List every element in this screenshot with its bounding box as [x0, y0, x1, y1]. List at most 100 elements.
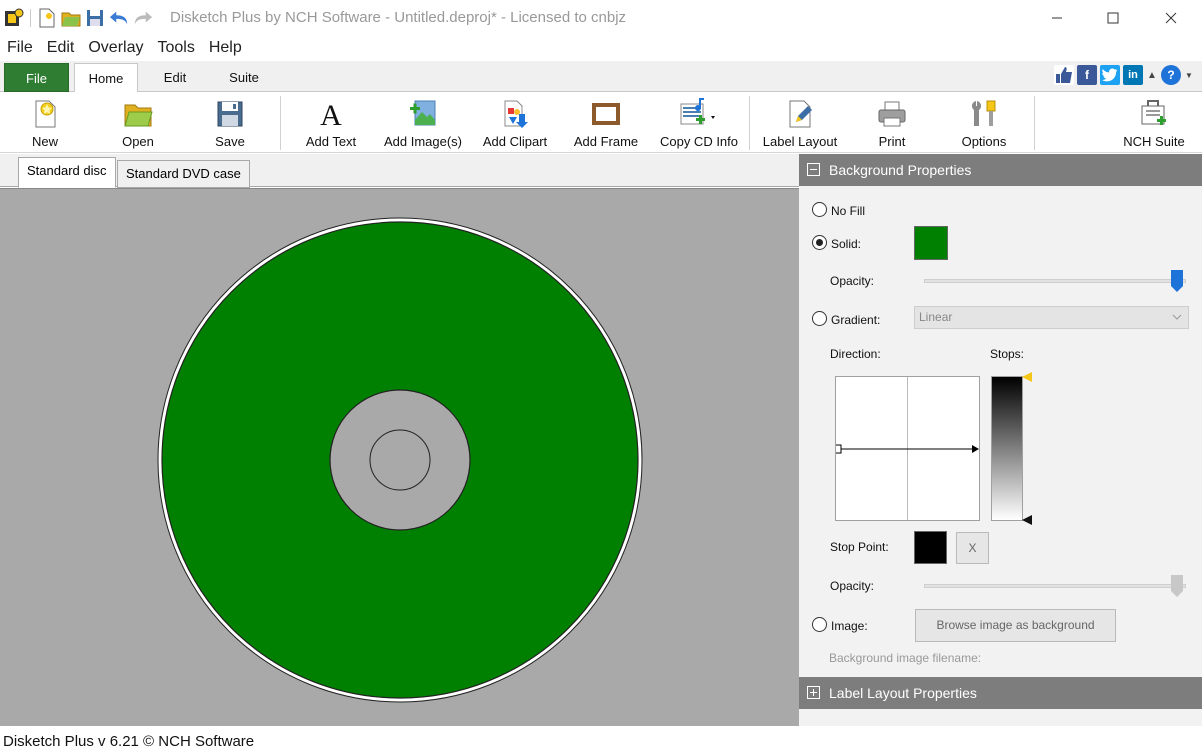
gradient-radio[interactable]	[812, 311, 827, 326]
open-folder-icon[interactable]	[61, 8, 81, 28]
add-images-button[interactable]: Add Image(s)	[378, 92, 468, 153]
title-bar: Disketch Plus by NCH Software - Untitled…	[0, 0, 1202, 36]
tab-standard-dvd-case[interactable]: Standard DVD case	[117, 160, 250, 188]
opacity-label: Opacity:	[830, 274, 875, 288]
stop-color-swatch[interactable]	[914, 531, 947, 564]
stop-opacity-slider-thumb[interactable]	[1171, 575, 1183, 597]
copy-cd-info-button[interactable]: Copy CD Info	[653, 92, 745, 153]
tab-standard-disc[interactable]: Standard disc	[18, 157, 116, 188]
add-frame-button[interactable]: Add Frame	[561, 92, 651, 153]
menu-edit[interactable]: Edit	[40, 36, 82, 60]
image-radio[interactable]	[812, 617, 827, 632]
tools-icon	[971, 100, 996, 126]
menu-help[interactable]: Help	[202, 36, 249, 60]
save-button[interactable]: Save	[185, 92, 275, 153]
label-layout-icon	[789, 100, 812, 128]
label-layout-button[interactable]: Label Layout	[754, 92, 846, 153]
disc-hub	[329, 389, 471, 531]
no-fill-label: No Fill	[831, 204, 866, 218]
direction-label: Direction:	[830, 347, 881, 361]
minimize-icon	[1052, 17, 1062, 19]
direction-start-handle[interactable]	[836, 444, 842, 454]
menu-bar: File Edit Overlay Tools Help	[0, 36, 249, 60]
toolbar-separator	[1034, 96, 1035, 150]
expand-icon	[807, 686, 820, 699]
open-button[interactable]: Open	[93, 92, 183, 153]
frame-icon	[592, 103, 620, 125]
menu-tools[interactable]: Tools	[150, 36, 201, 60]
home-toolbar: New Open Save A Add Text Add Image(s) Ad…	[0, 92, 1202, 153]
save-disk-icon[interactable]	[85, 8, 105, 28]
print-button[interactable]: Print	[847, 92, 937, 153]
help-icon[interactable]: ?	[1161, 65, 1181, 85]
facebook-icon[interactable]: f	[1077, 65, 1097, 85]
background-properties-header[interactable]: Background Properties	[799, 154, 1202, 186]
redo-icon[interactable]	[133, 8, 153, 28]
label-layout-properties-header[interactable]: Label Layout Properties	[799, 677, 1202, 709]
options-button[interactable]: Options	[939, 92, 1029, 153]
status-bar: Disketch Plus v 6.21 © NCH Software	[0, 726, 1202, 755]
gradient-stops-bar[interactable]	[991, 376, 1023, 521]
maximize-icon	[1107, 12, 1119, 24]
cd-info-icon	[680, 98, 715, 125]
direction-arrow-icon[interactable]	[972, 445, 979, 453]
tab-file[interactable]: File	[4, 63, 69, 92]
save-disk-icon	[217, 101, 243, 127]
nch-suite-button[interactable]: NCH Suite	[1109, 92, 1199, 153]
new-file-icon[interactable]	[37, 8, 57, 28]
toolbar-separator	[749, 96, 750, 150]
tab-suite[interactable]: Suite	[210, 63, 278, 92]
disc-preview[interactable]	[0, 189, 799, 727]
window-title: Disketch Plus by NCH Software - Untitled…	[170, 9, 627, 26]
twitter-icon[interactable]	[1100, 65, 1120, 85]
image-label: Image:	[831, 619, 868, 633]
background-filename-label: Background image filename:	[829, 651, 982, 665]
tab-home[interactable]: Home	[74, 63, 138, 93]
svg-text:A: A	[320, 99, 342, 130]
linkedin-icon[interactable]: in	[1123, 65, 1143, 85]
chevron-down-icon	[1172, 314, 1182, 320]
gradient-direction-box[interactable]	[835, 376, 980, 521]
new-document-icon	[35, 100, 56, 128]
minimize-button[interactable]	[1034, 0, 1080, 36]
no-fill-radio[interactable]	[812, 202, 827, 217]
status-text: Disketch Plus v 6.21 © NCH Software	[3, 733, 255, 750]
stops-label: Stops:	[990, 347, 1025, 361]
document-tabs: Standard disc Standard DVD case	[0, 154, 799, 188]
remove-stop-button[interactable]: X	[956, 532, 989, 564]
solid-color-swatch[interactable]	[914, 226, 948, 260]
opacity-slider[interactable]	[924, 279, 1186, 283]
text-a-icon: A	[320, 99, 342, 130]
printer-icon	[878, 101, 906, 127]
help-dropdown-icon[interactable]: ▼	[1184, 65, 1194, 85]
stop-marker-bottom-icon[interactable]	[1022, 515, 1032, 525]
design-canvas[interactable]	[0, 188, 799, 726]
stop-opacity-slider[interactable]	[924, 584, 1186, 588]
solid-label: Solid:	[831, 237, 862, 251]
close-button[interactable]	[1148, 0, 1194, 36]
new-button[interactable]: New	[0, 92, 90, 153]
menu-file[interactable]: File	[0, 36, 40, 60]
undo-icon[interactable]	[109, 8, 129, 28]
solid-radio[interactable]	[812, 235, 827, 250]
nch-suite-icon	[1141, 100, 1166, 125]
social-links: f in ▲ ? ▼	[1051, 65, 1194, 85]
browse-image-button[interactable]: Browse image as background	[915, 609, 1116, 642]
stop-marker-top-icon[interactable]	[1022, 372, 1032, 382]
gradient-type-select[interactable]: Linear	[914, 306, 1189, 329]
collapse-ribbon-icon[interactable]: ▲	[1146, 65, 1158, 85]
maximize-button[interactable]	[1090, 0, 1136, 36]
stop-opacity-label: Opacity:	[830, 579, 875, 593]
app-logo-icon[interactable]	[4, 8, 24, 28]
menu-overlay[interactable]: Overlay	[81, 36, 150, 60]
add-clipart-button[interactable]: Add Clipart	[470, 92, 560, 153]
collapse-icon	[807, 163, 820, 176]
ribbon-tabs: File Home Edit Suite f in ▲ ? ▼	[0, 61, 1202, 93]
tab-edit[interactable]: Edit	[140, 63, 210, 92]
opacity-slider-thumb[interactable]	[1171, 270, 1183, 292]
quick-access-toolbar	[4, 6, 157, 30]
toolbar-separator	[280, 96, 281, 150]
add-text-button[interactable]: A Add Text	[286, 92, 376, 153]
gradient-label: Gradient:	[831, 313, 881, 327]
thumbs-up-icon[interactable]	[1054, 65, 1074, 85]
